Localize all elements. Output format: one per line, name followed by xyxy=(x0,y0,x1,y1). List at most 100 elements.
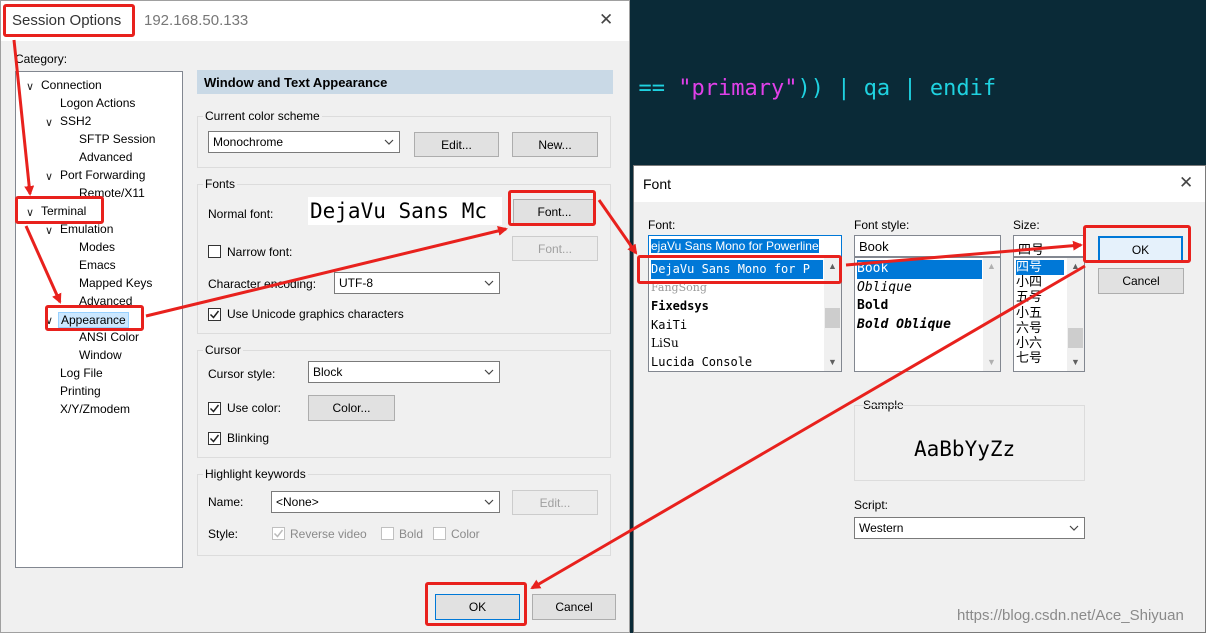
blinking-checkbox[interactable] xyxy=(208,432,221,445)
normal-font-label: Normal font: xyxy=(208,207,274,221)
size-list-item[interactable]: 小五 xyxy=(1016,306,1064,321)
size-list[interactable]: 四号 小四 五号 小五 六号 小六 七号 ▲ ▼ xyxy=(1013,257,1085,372)
normal-font-button[interactable]: Font... xyxy=(513,199,596,224)
tree-item-ssh2[interactable]: SSH2 xyxy=(60,114,91,128)
highlight-name-select[interactable]: <None> xyxy=(271,491,500,513)
session-ok-button[interactable]: OK xyxy=(435,594,520,620)
narrow-font-checkbox[interactable] xyxy=(208,245,221,258)
tree-item-x-y-zmodem[interactable]: X/Y/Zmodem xyxy=(60,402,130,416)
font-list-item[interactable]: Fixedsys xyxy=(651,297,823,316)
color-scheme-select[interactable]: Monochrome xyxy=(208,131,400,153)
bold-label: Bold xyxy=(399,527,424,541)
font-list-item[interactable]: DejaVu Sans Mono for P xyxy=(651,260,823,279)
narrow-font-button[interactable]: Font... xyxy=(512,236,598,261)
tree-item-connection[interactable]: Connection xyxy=(41,78,102,92)
size-list-item[interactable]: 小四 xyxy=(1016,275,1064,290)
font-style-item[interactable]: Bold xyxy=(857,297,982,316)
size-list-item[interactable]: 五号 xyxy=(1016,290,1064,305)
unicode-graphics-checkbox[interactable] xyxy=(208,308,221,321)
size-list-item[interactable]: 小六 xyxy=(1016,336,1064,351)
encoding-select[interactable]: UTF-8 xyxy=(334,272,500,294)
close-icon[interactable]: ✕ xyxy=(599,10,613,30)
font-name-input[interactable]: ejaVu Sans Mono for Powerline xyxy=(648,235,842,257)
cursor-style-select[interactable]: Block xyxy=(308,361,500,383)
scroll-down-icon[interactable]: ▼ xyxy=(824,354,841,371)
color-scheme-label: Current color scheme xyxy=(203,109,322,123)
tree-item-remote-x11[interactable]: Remote/X11 xyxy=(79,186,145,200)
cursor-color-button[interactable]: Color... xyxy=(308,395,395,421)
tree-item-window[interactable]: Window xyxy=(79,348,122,362)
font-style-item[interactable]: Bold Oblique xyxy=(857,316,982,335)
font-ok-button[interactable]: OK xyxy=(1098,236,1183,262)
font-list-item[interactable]: KaiTi xyxy=(651,316,823,335)
font-style-item[interactable]: Oblique xyxy=(857,279,982,298)
tree-item-advanced[interactable]: Advanced xyxy=(79,150,132,164)
tree-item-sftp-session[interactable]: SFTP Session xyxy=(79,132,155,146)
tree-item-advanced[interactable]: Advanced xyxy=(79,294,132,308)
check-icon xyxy=(209,434,220,443)
unicode-graphics-label: Use Unicode graphics characters xyxy=(227,307,404,321)
font-list[interactable]: DejaVu Sans Mono for P FangSong Fixedsys Ka… xyxy=(648,257,842,372)
size-input[interactable]: 四号 xyxy=(1013,235,1085,257)
bold-checkbox[interactable] xyxy=(381,527,394,540)
expand-chevron-icon[interactable]: ∨ xyxy=(45,224,53,237)
font-cancel-button[interactable]: Cancel xyxy=(1098,268,1184,294)
scroll-down-icon[interactable]: ▼ xyxy=(983,354,1000,371)
expand-chevron-icon[interactable]: ∨ xyxy=(45,314,53,327)
size-label: Size: xyxy=(1013,218,1040,232)
style-list-scrollbar[interactable]: ▲ ▼ xyxy=(983,258,1000,371)
category-label: Category: xyxy=(15,52,68,66)
font-list-item[interactable]: Lucida Console xyxy=(651,353,823,372)
script-select[interactable]: Western xyxy=(854,517,1085,539)
font-style-item[interactable]: Book xyxy=(857,260,982,279)
color-checkbox[interactable] xyxy=(433,527,446,540)
session-cancel-button[interactable]: Cancel xyxy=(532,594,616,620)
expand-chevron-icon[interactable]: ∨ xyxy=(26,206,34,219)
use-color-checkbox[interactable] xyxy=(208,402,221,415)
tree-item-emacs[interactable]: Emacs xyxy=(79,258,116,272)
size-list-item[interactable]: 七号 xyxy=(1016,351,1064,366)
scroll-thumb[interactable] xyxy=(1068,328,1083,348)
highlight-edit-button[interactable]: Edit... xyxy=(512,490,598,515)
font-list-scrollbar[interactable]: ▲ ▼ xyxy=(824,258,841,371)
color-scheme-new-button[interactable]: New... xyxy=(512,132,598,157)
expand-chevron-icon[interactable]: ∨ xyxy=(45,170,53,183)
tree-item-appearance[interactable]: Appearance xyxy=(58,312,129,328)
font-style-label: Font style: xyxy=(854,218,910,232)
highlight-group xyxy=(197,474,611,556)
font-dialog: Font ✕ Font: ejaVu Sans Mono for Powerli… xyxy=(633,165,1206,633)
chevron-down-icon xyxy=(484,369,494,375)
size-list-item[interactable]: 四号 xyxy=(1016,260,1064,276)
scroll-thumb[interactable] xyxy=(825,308,840,328)
terminal-code-part: "primary" xyxy=(678,76,798,101)
script-value: Western xyxy=(859,521,904,535)
tree-item-mapped-keys[interactable]: Mapped Keys xyxy=(79,276,152,290)
scroll-up-icon[interactable]: ▲ xyxy=(1067,258,1084,275)
scroll-down-icon[interactable]: ▼ xyxy=(1067,354,1084,371)
font-style-input[interactable]: Book xyxy=(854,235,1001,257)
font-title-bar: Font ✕ xyxy=(634,166,1205,202)
color-scheme-edit-button[interactable]: Edit... xyxy=(414,132,499,157)
scroll-up-icon[interactable]: ▲ xyxy=(983,258,1000,275)
expand-chevron-icon[interactable]: ∨ xyxy=(45,116,53,129)
scroll-up-icon[interactable]: ▲ xyxy=(824,258,841,275)
tree-item-port-forwarding[interactable]: Port Forwarding xyxy=(60,168,145,182)
terminal-code-part: )) | qa | endif xyxy=(797,76,997,101)
tree-item-modes[interactable]: Modes xyxy=(79,240,115,254)
section-header-bar: Window and Text Appearance xyxy=(197,70,613,94)
font-list-item[interactable]: FangSong xyxy=(651,279,823,298)
tree-item-ansi-color[interactable]: ANSI Color xyxy=(79,330,139,344)
size-list-item[interactable]: 六号 xyxy=(1016,321,1064,336)
font-style-list[interactable]: Book Oblique Bold Bold Oblique ▲ ▼ xyxy=(854,257,1001,372)
tree-item-emulation[interactable]: Emulation xyxy=(60,222,113,236)
reverse-video-checkbox[interactable] xyxy=(272,527,285,540)
tree-item-logon-actions[interactable]: Logon Actions xyxy=(60,96,135,110)
expand-chevron-icon[interactable]: ∨ xyxy=(26,80,34,93)
tree-item-log-file[interactable]: Log File xyxy=(60,366,103,380)
session-title-bar: Session Options 192.168.50.133 ✕ xyxy=(1,1,629,41)
tree-item-printing[interactable]: Printing xyxy=(60,384,101,398)
tree-item-terminal[interactable]: Terminal xyxy=(41,204,86,218)
size-list-scrollbar[interactable]: ▲ ▼ xyxy=(1067,258,1084,371)
font-list-item[interactable]: LiSu xyxy=(651,334,823,353)
close-icon[interactable]: ✕ xyxy=(1179,173,1193,193)
